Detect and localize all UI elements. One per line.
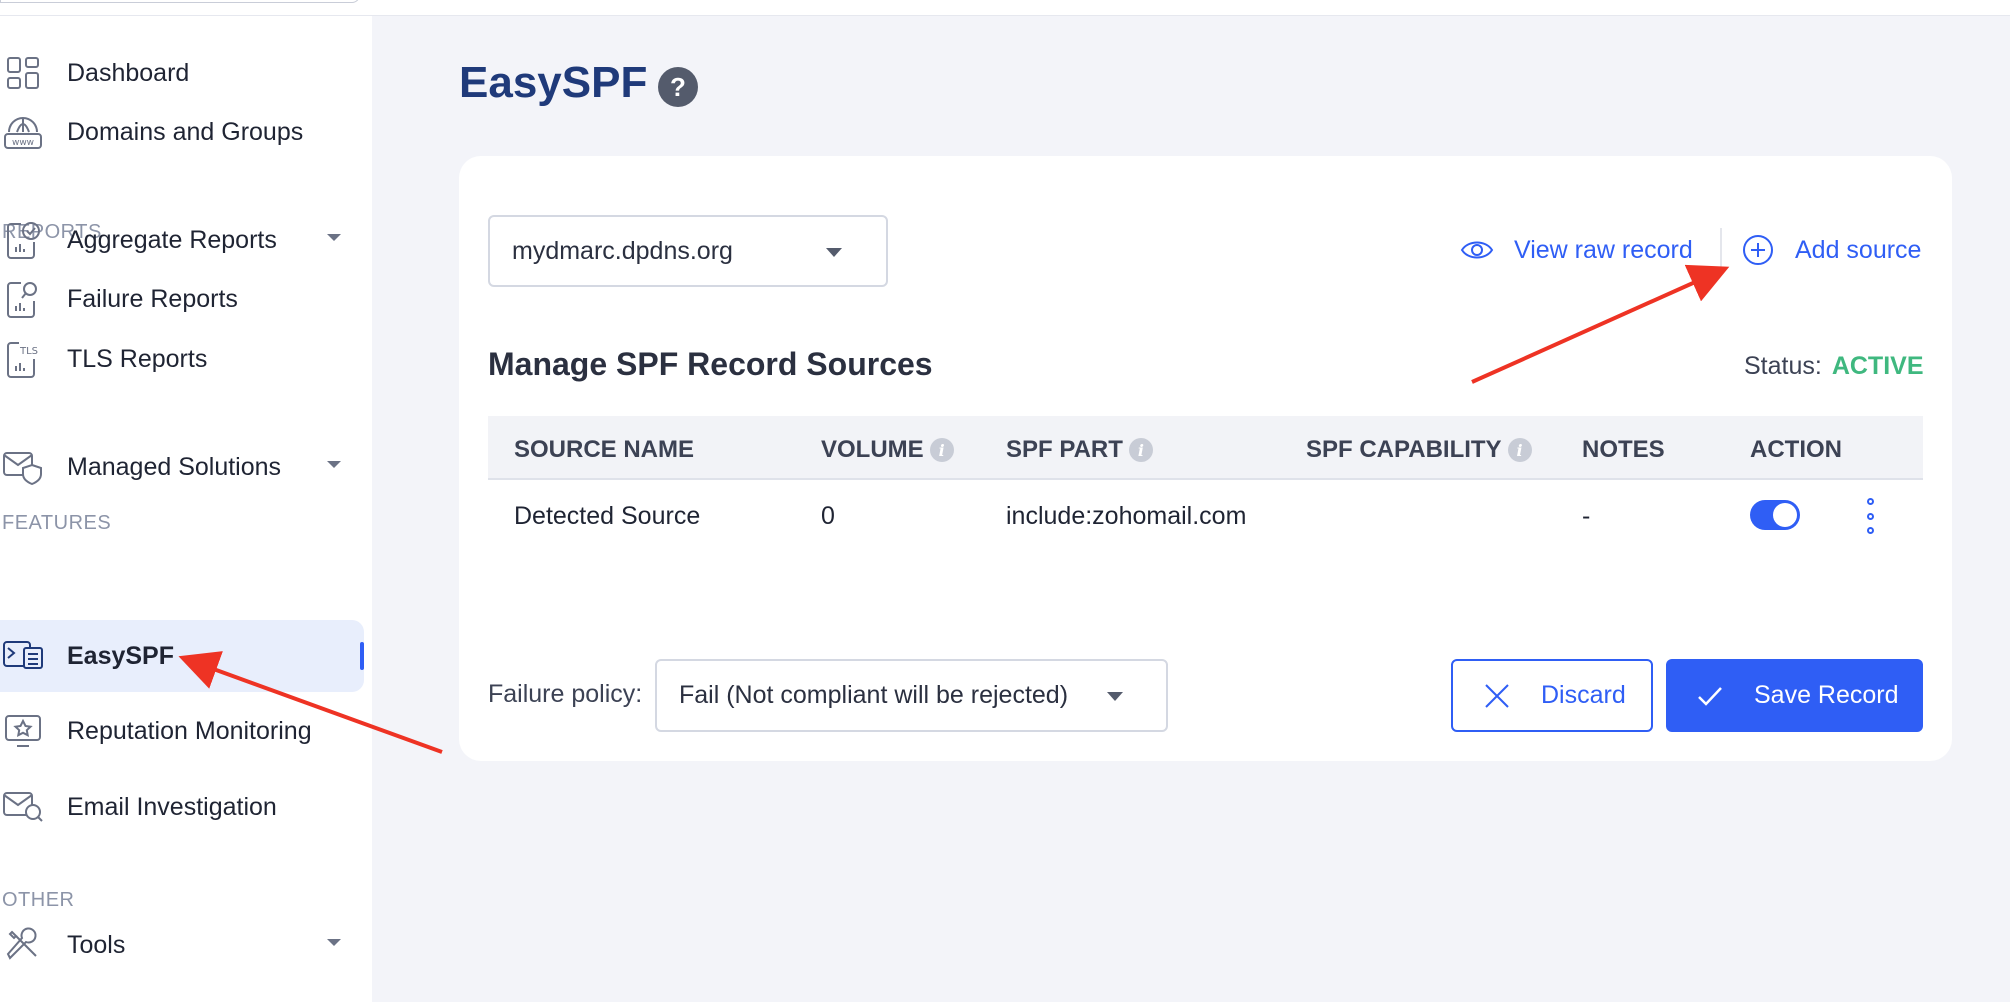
tls-report-icon: TLS — [2, 338, 44, 380]
cell-source-name: Detected Source — [514, 502, 701, 530]
dashboard-grid-icon — [2, 52, 44, 94]
chevron-down-icon[interactable] — [327, 461, 341, 468]
discard-button[interactable]: Discard — [1451, 659, 1653, 732]
failure-policy-select[interactable]: Fail (Not compliant will be rejected) — [655, 659, 1168, 732]
column-header-notes: NOTES — [1582, 436, 1665, 464]
star-monitor-icon — [2, 710, 44, 752]
sidebar-item-domains-and-groups[interactable]: www Domains and Groups — [0, 96, 364, 168]
toggle-knob — [1773, 503, 1797, 527]
status-indicator: Status: ACTIVE — [1744, 352, 1924, 381]
sidebar-item-tools[interactable]: Tools — [0, 909, 364, 981]
column-header-volume[interactable]: VOLUME i — [821, 436, 954, 464]
eye-icon — [1460, 241, 1494, 259]
svg-text:www: www — [12, 138, 34, 148]
sidebar-item-easyspf[interactable]: EasySPF — [0, 620, 364, 692]
sidebar-item-label: TLS Reports — [67, 344, 208, 373]
sidebar-item-email-investigation[interactable]: Email Investigation — [0, 771, 364, 843]
add-source-button[interactable]: Add source — [1741, 233, 1921, 267]
tools-icon — [2, 924, 44, 966]
shield-mail-icon — [2, 446, 44, 488]
svg-text:TLS: TLS — [19, 346, 38, 357]
checkmark-icon — [1698, 686, 1722, 706]
info-icon[interactable]: i — [1128, 438, 1153, 462]
status-label: Status: — [1744, 352, 1822, 380]
report-search-icon — [2, 278, 44, 320]
source-enabled-toggle[interactable] — [1750, 500, 1800, 530]
column-header-label: NOTES — [1582, 436, 1665, 463]
sidebar-item-tls-reports[interactable]: TLS TLS Reports — [0, 323, 364, 395]
top-bar — [0, 0, 2010, 16]
sidebar-item-label: Failure Reports — [67, 284, 238, 313]
cell-notes: - — [1582, 502, 1591, 530]
close-icon — [1485, 683, 1509, 708]
www-globe-icon: www — [2, 111, 44, 153]
table-header: SOURCE NAME VOLUME i SPF PART i SPF CAPA… — [488, 416, 1923, 480]
sidebar-item-managed-solutions[interactable]: Managed Solutions — [0, 431, 364, 503]
view-raw-record-label: View raw record — [1514, 235, 1693, 264]
chevron-down-icon[interactable] — [327, 234, 341, 241]
column-header-label: VOLUME — [821, 436, 924, 463]
section-title: Manage SPF Record Sources — [488, 346, 933, 382]
sidebar-item-label: EasySPF — [67, 641, 175, 670]
more-options-icon[interactable] — [1863, 498, 1877, 534]
sidebar-item-label: Managed Solutions — [67, 452, 282, 481]
status-badge: ACTIVE — [1831, 352, 1924, 380]
sidebar-item-label: Aggregate Reports — [67, 225, 277, 254]
chevron-down-icon — [1107, 692, 1123, 701]
column-header-spf-capability[interactable]: SPF CAPABILITY i — [1306, 436, 1532, 464]
spf-list-icon — [2, 635, 44, 677]
domain-select[interactable]: mydmarc.dpdns.org — [488, 215, 888, 287]
column-header-source-name[interactable]: SOURCE NAME — [514, 436, 694, 464]
cell-volume: 0 — [821, 502, 835, 530]
column-header-label: SPF PART — [1006, 436, 1123, 463]
sidebar-item-label: Dashboard — [67, 58, 190, 87]
divider — [1720, 228, 1722, 272]
sidebar: Dashboard www Domains and Groups REPORTS… — [0, 16, 372, 1002]
plus-circle-icon — [1743, 235, 1773, 265]
sidebar-item-label: Email Investigation — [67, 792, 277, 821]
chevron-down-icon[interactable] — [327, 939, 341, 946]
section-label-features: FEATURES — [2, 512, 112, 534]
info-icon[interactable]: i — [1507, 438, 1532, 462]
column-header-action: ACTION — [1750, 436, 1842, 464]
save-record-label: Save Record — [1754, 681, 1899, 709]
report-check-icon — [2, 219, 44, 261]
column-header-label: SOURCE NAME — [514, 436, 695, 463]
cell-spf-part: include:zohomail.com — [1006, 502, 1247, 530]
chevron-down-icon — [826, 248, 842, 257]
active-indicator — [360, 642, 364, 670]
view-raw-record-button[interactable]: View raw record — [1460, 233, 1693, 267]
column-header-label: SPF CAPABILITY — [1306, 436, 1502, 463]
add-source-label: Add source — [1795, 235, 1922, 264]
discard-label: Discard — [1541, 681, 1626, 709]
sidebar-item-reputation-monitoring[interactable]: Reputation Monitoring — [0, 695, 364, 767]
column-header-label: ACTION — [1750, 436, 1842, 463]
help-icon[interactable]: ? — [658, 67, 698, 107]
page-title: EasySPF — [459, 58, 648, 107]
sidebar-item-label: Tools — [67, 930, 126, 959]
mail-search-icon — [2, 786, 44, 828]
domain-select-value: mydmarc.dpdns.org — [512, 236, 733, 265]
column-header-spf-part[interactable]: SPF PART i — [1006, 436, 1153, 464]
top-search-field[interactable] — [0, 0, 360, 3]
save-record-button[interactable]: Save Record — [1666, 659, 1923, 732]
info-icon[interactable]: i — [929, 438, 954, 462]
sidebar-item-label: Reputation Monitoring — [67, 716, 312, 745]
sidebar-item-label: Domains and Groups — [67, 117, 304, 146]
failure-policy-label: Failure policy: — [488, 680, 643, 708]
failure-policy-value: Fail (Not compliant will be rejected) — [679, 681, 1069, 709]
